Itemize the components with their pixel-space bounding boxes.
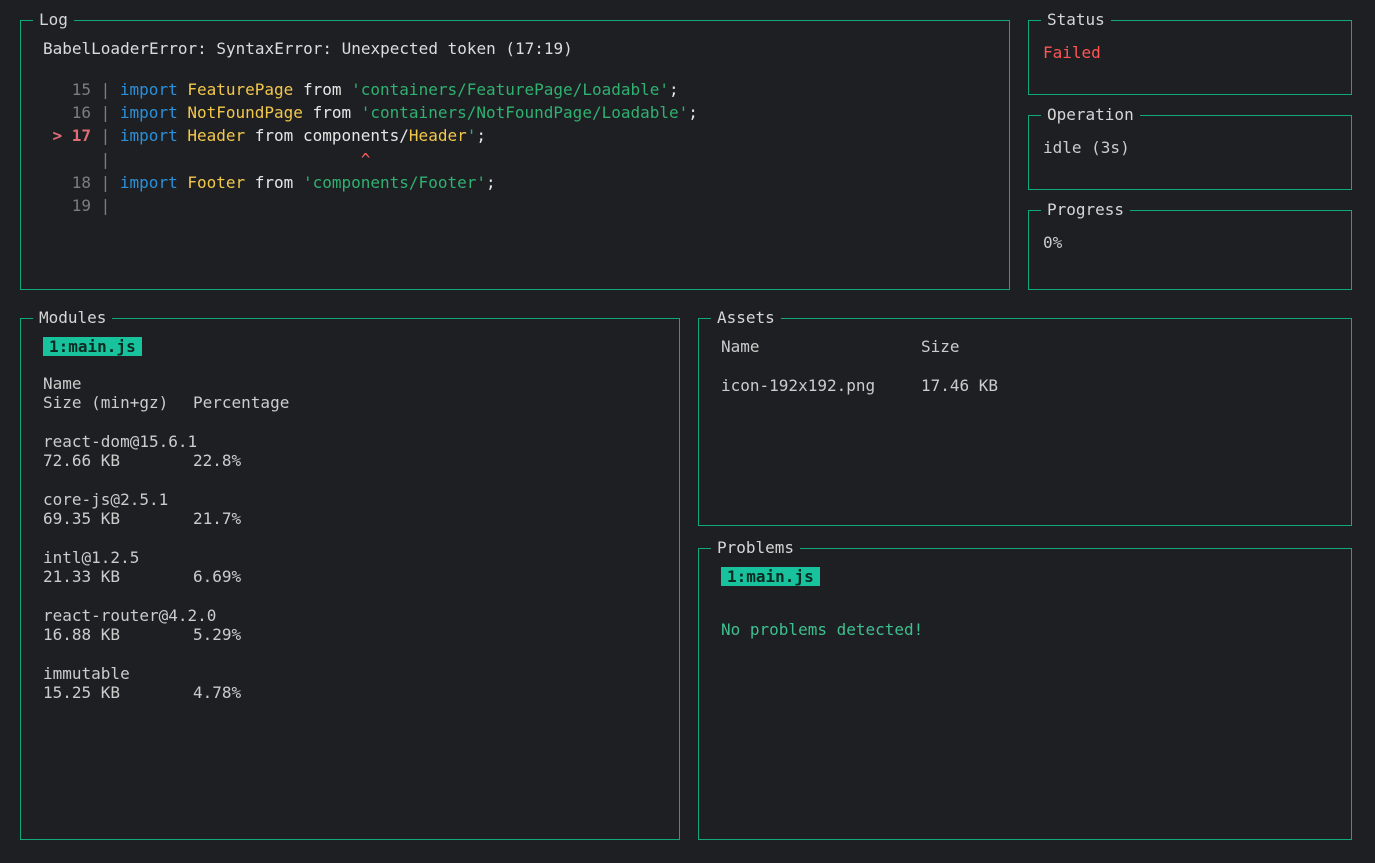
code-line-16: 16 | import NotFoundPage from 'container…	[43, 101, 987, 124]
module-row: react-router@4.2.016.88 KB5.29%	[43, 606, 657, 644]
log-panel: Log BabelLoaderError: SyntaxError: Unexp…	[20, 20, 1010, 290]
module-size: 72.66 KB	[43, 451, 193, 470]
problems-badge[interactable]: 1:main.js	[721, 567, 820, 586]
problems-panel: Problems 1:main.js No problems detected!	[698, 548, 1352, 840]
module-size: 21.33 KB	[43, 567, 193, 586]
problems-message: No problems detected!	[721, 620, 1329, 639]
status-panel: Status Failed	[1028, 20, 1352, 95]
module-name: intl@1.2.5	[43, 548, 657, 567]
code-line-19: 19 |	[43, 194, 987, 217]
progress-value: 0%	[1043, 233, 1062, 252]
problems-title: Problems	[711, 538, 800, 557]
error-caret-line: | ^	[43, 148, 987, 171]
modules-list: react-dom@15.6.172.66 KB22.8% core-js@2.5…	[43, 432, 657, 702]
error-caret-icon: ^	[361, 150, 371, 169]
assets-list: icon-192x192.png17.46 KB	[721, 376, 1329, 395]
asset-name: icon-192x192.png	[721, 376, 921, 395]
modules-title: Modules	[33, 308, 112, 327]
module-row: core-js@2.5.169.35 KB21.7%	[43, 490, 657, 528]
module-size: 16.88 KB	[43, 625, 193, 644]
code-line-17-error: > 17 | import Header from components/Hea…	[43, 124, 987, 147]
module-percentage: 21.7%	[193, 509, 241, 528]
modules-panel: Modules 1:main.js Name Size (min+gz) Per…	[20, 318, 680, 840]
log-title: Log	[33, 10, 74, 29]
asset-row: icon-192x192.png17.46 KB	[721, 376, 1329, 395]
module-row: react-dom@15.6.172.66 KB22.8%	[43, 432, 657, 470]
modules-header: Name Size (min+gz) Percentage	[43, 374, 657, 412]
operation-value: idle (3s)	[1043, 138, 1130, 157]
module-size: 15.25 KB	[43, 683, 193, 702]
module-size: 69.35 KB	[43, 509, 193, 528]
assets-header: Name Size	[721, 337, 1329, 356]
asset-size: 17.46 KB	[921, 376, 998, 395]
progress-title: Progress	[1041, 200, 1130, 219]
status-title: Status	[1041, 10, 1111, 29]
module-name: react-router@4.2.0	[43, 606, 657, 625]
operation-panel: Operation idle (3s)	[1028, 115, 1352, 190]
module-row: immutable15.25 KB4.78%	[43, 664, 657, 702]
module-row: intl@1.2.521.33 KB6.69%	[43, 548, 657, 586]
module-percentage: 22.8%	[193, 451, 241, 470]
module-name: immutable	[43, 664, 657, 683]
modules-badge[interactable]: 1:main.js	[43, 337, 142, 356]
error-message: BabelLoaderError: SyntaxError: Unexpecte…	[43, 39, 987, 58]
module-percentage: 6.69%	[193, 567, 241, 586]
assets-panel: Assets Name Size icon-192x192.png17.46 K…	[698, 318, 1352, 526]
module-name: core-js@2.5.1	[43, 490, 657, 509]
code-line-15: 15 | import FeaturePage from 'containers…	[43, 78, 987, 101]
operation-title: Operation	[1041, 105, 1140, 124]
status-value: Failed	[1043, 43, 1101, 62]
module-percentage: 4.78%	[193, 683, 241, 702]
code-line-18: 18 | import Footer from 'components/Foot…	[43, 171, 987, 194]
progress-panel: Progress 0%	[1028, 210, 1352, 290]
assets-title: Assets	[711, 308, 781, 327]
module-name: react-dom@15.6.1	[43, 432, 657, 451]
module-percentage: 5.29%	[193, 625, 241, 644]
